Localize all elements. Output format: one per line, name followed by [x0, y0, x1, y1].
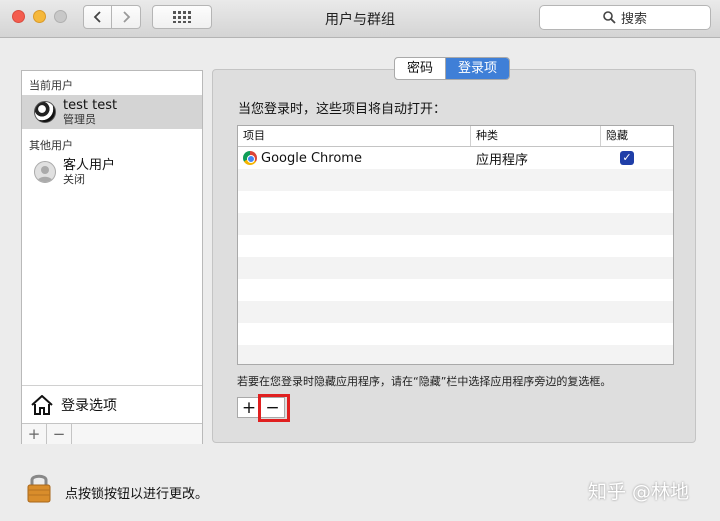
table-row	[238, 279, 673, 301]
remove-user-button[interactable]: −	[47, 424, 72, 444]
search-icon	[603, 11, 616, 24]
user-list: 当前用户 test test 管理员 其他用户 客人用户 关闭 登录选项 + −	[21, 70, 203, 444]
grid-icon	[173, 11, 191, 23]
table-row	[238, 323, 673, 345]
guest-user-icon	[34, 161, 56, 183]
table-body: Google Chrome 应用程序 ✓	[238, 147, 673, 364]
hide-checkbox[interactable]: ✓	[620, 151, 634, 165]
tab-control: 密码 登录项	[394, 57, 511, 80]
login-options-label: 登录选项	[61, 397, 117, 414]
table-row	[238, 213, 673, 235]
item-name: Google Chrome	[261, 150, 362, 166]
column-header-kind[interactable]: 种类	[471, 126, 601, 146]
lock-icon[interactable]	[26, 471, 52, 503]
table-row	[238, 301, 673, 323]
other-users-header: 其他用户	[29, 139, 73, 152]
add-user-button[interactable]: +	[22, 424, 47, 444]
login-items-table: 项目 种类 隐藏 Google Chrome 应用程序 ✓	[237, 125, 674, 365]
user-role: 关闭	[63, 172, 85, 186]
item-kind: 应用程序	[476, 152, 529, 168]
table-row	[238, 235, 673, 257]
forward-button[interactable]	[112, 5, 141, 29]
table-row	[238, 191, 673, 213]
current-users-header: 当前用户	[29, 79, 73, 92]
hide-hint-text: 若要在您登录时隐藏应用程序，请在“隐藏”栏中选择应用程序旁边的复选框。	[237, 375, 612, 388]
show-all-button[interactable]	[152, 5, 212, 29]
table-row[interactable]: Google Chrome 应用程序 ✓	[238, 147, 673, 169]
login-items-description: 当您登录时，这些项目将自动打开：	[238, 102, 447, 117]
chevron-right-icon	[123, 11, 131, 23]
window-title: 用户与群组	[325, 12, 395, 28]
table-row	[238, 169, 673, 191]
back-button[interactable]	[83, 5, 112, 29]
column-header-item[interactable]: 项目	[238, 126, 471, 146]
column-header-hidden[interactable]: 隐藏	[601, 126, 673, 146]
search-label: 搜索	[620, 12, 647, 27]
lock-instruction: 点按锁按钮以进行更改。	[65, 487, 209, 502]
chrome-icon	[243, 151, 257, 165]
tab-password[interactable]: 密码	[395, 58, 447, 79]
user-list-toolbar: + −	[22, 423, 202, 444]
user-row-guest[interactable]: 客人用户 关闭	[22, 155, 202, 189]
close-window-button[interactable]	[12, 10, 25, 23]
minimize-window-button[interactable]	[33, 10, 46, 23]
user-name: 客人用户	[63, 157, 116, 173]
table-row	[238, 345, 673, 364]
chevron-left-icon	[93, 11, 101, 23]
soccer-ball-icon	[34, 101, 56, 123]
table-header: 项目 种类 隐藏	[238, 126, 673, 147]
user-row-test[interactable]: test test 管理员	[22, 95, 202, 129]
house-icon	[31, 394, 53, 415]
watermark: 知乎 @林地	[588, 481, 690, 503]
remove-button-highlight	[258, 394, 290, 422]
login-options-item[interactable]: 登录选项	[22, 385, 202, 423]
search-field[interactable]: 搜索	[539, 5, 711, 30]
table-row	[238, 257, 673, 279]
zoom-window-button[interactable]	[54, 10, 67, 23]
user-role: 管理员	[63, 112, 96, 126]
tab-login-items[interactable]: 登录项	[446, 58, 510, 79]
user-name: test test	[63, 97, 118, 113]
